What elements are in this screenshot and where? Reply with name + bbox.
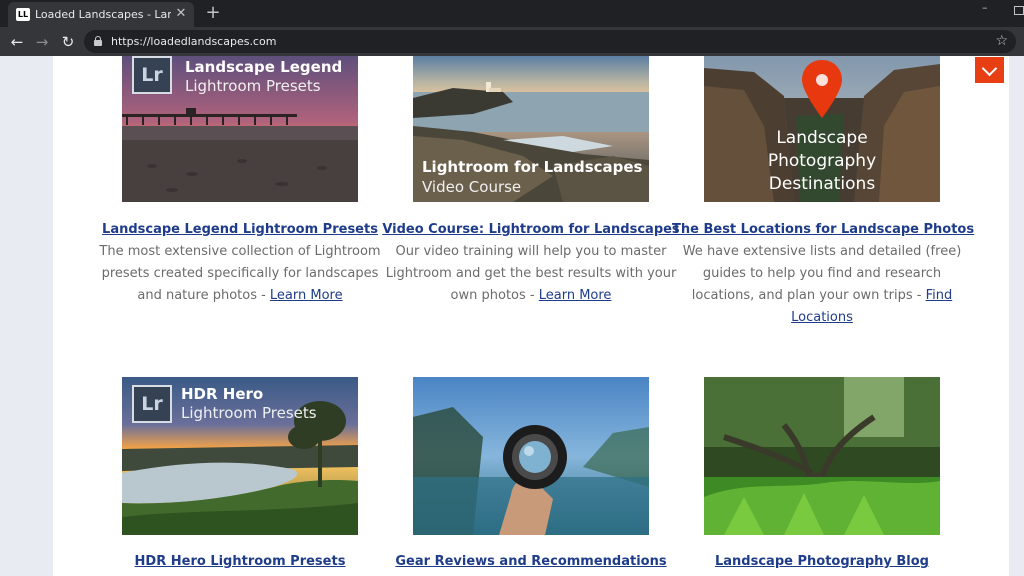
close-icon[interactable]: ✕ <box>174 7 188 21</box>
image-title: Landscape Legend <box>185 58 343 76</box>
image-subtitle: Video Course <box>422 178 522 196</box>
image-subtitle: Lightroom Presets <box>181 404 317 422</box>
tab-title: Loaded Landscapes - Landscape <box>35 8 171 21</box>
star-icon[interactable]: ☆ <box>995 32 1008 50</box>
image-text-line: Landscape <box>776 128 868 148</box>
lightroom-course-image[interactable]: Lightroom for Landscapes Video Course <box>413 56 649 202</box>
card-blog: Landscape Photography Blog <box>672 554 972 570</box>
card-title-link[interactable]: Video Course: Lightroom for Landscapes <box>381 222 681 238</box>
card-best-locations: The Best Locations for Landscape Photos … <box>672 222 974 329</box>
card-landscape-legend: Landscape Legend Lightroom Presets The m… <box>90 222 390 307</box>
card-title-link[interactable]: Gear Reviews and Recommendations <box>381 554 681 570</box>
address-bar[interactable]: https://loadedlandscapes.com ☆ <box>84 30 1016 53</box>
image-title: Lightroom for Landscapes <box>422 158 643 176</box>
blog-image[interactable] <box>704 377 940 535</box>
card-title-link[interactable]: HDR Hero Lightroom Presets <box>90 554 390 570</box>
landscape-legend-image[interactable]: Lr Landscape Legend Lightroom Presets <box>122 56 358 202</box>
learn-more-link[interactable]: Learn More <box>270 288 343 303</box>
card-description: Our video training will help you to mast… <box>381 241 681 307</box>
card-title-link[interactable]: Landscape Photography Blog <box>672 554 972 570</box>
image-subtitle: Lightroom Presets <box>185 77 321 95</box>
card-description: The most extensive collection of Lightro… <box>90 241 390 307</box>
card-hdr-hero: HDR Hero Lightroom Presets <box>90 554 390 570</box>
reload-icon[interactable]: ↻ <box>59 33 77 51</box>
description-text: We have extensive lists and detailed (fr… <box>682 244 962 303</box>
site-favicon-icon: LL <box>16 8 30 21</box>
card-title-link[interactable]: Landscape Legend Lightroom Presets <box>90 222 390 238</box>
minimize-icon[interactable]: – <box>982 2 994 14</box>
plus-icon[interactable]: + <box>204 4 222 22</box>
forward-arrow-icon[interactable]: → <box>33 33 51 51</box>
browser-toolbar: ← → ↻ https://loadedlandscapes.com ☆ <box>0 27 1024 56</box>
gear-reviews-image[interactable] <box>413 377 649 535</box>
tab-bar: LL Loaded Landscapes - Landscape ✕ + – <box>0 0 1024 27</box>
menu-chevron-icon[interactable] <box>975 57 1004 83</box>
image-text-line: Photography <box>767 151 877 171</box>
maximize-icon[interactable] <box>1014 6 1024 15</box>
learn-more-link[interactable]: Learn More <box>539 288 612 303</box>
back-arrow-icon[interactable]: ← <box>8 33 26 51</box>
url-text[interactable]: https://loadedlandscapes.com <box>111 35 276 48</box>
card-description: We have extensive lists and detailed (fr… <box>672 241 972 329</box>
lightroom-logo: Lr <box>132 56 172 94</box>
lock-icon[interactable] <box>94 36 102 46</box>
card-video-course: Video Course: Lightroom for Landscapes O… <box>381 222 681 307</box>
browser-tab[interactable]: LL Loaded Landscapes - Landscape ✕ <box>8 2 194 27</box>
hdr-hero-image[interactable]: Lr HDR Hero Lightroom Presets <box>122 377 358 535</box>
destinations-image[interactable]: Landscape Photography Destinations <box>704 56 940 202</box>
image-text-line: Destinations <box>768 174 876 194</box>
description-text: Our video training will help you to mast… <box>385 244 677 303</box>
card-gear-reviews: Gear Reviews and Recommendations <box>381 554 681 570</box>
card-title-link[interactable]: The Best Locations for Landscape Photos <box>672 222 974 238</box>
lightroom-logo: Lr <box>132 385 172 423</box>
image-title: HDR Hero <box>181 385 264 403</box>
